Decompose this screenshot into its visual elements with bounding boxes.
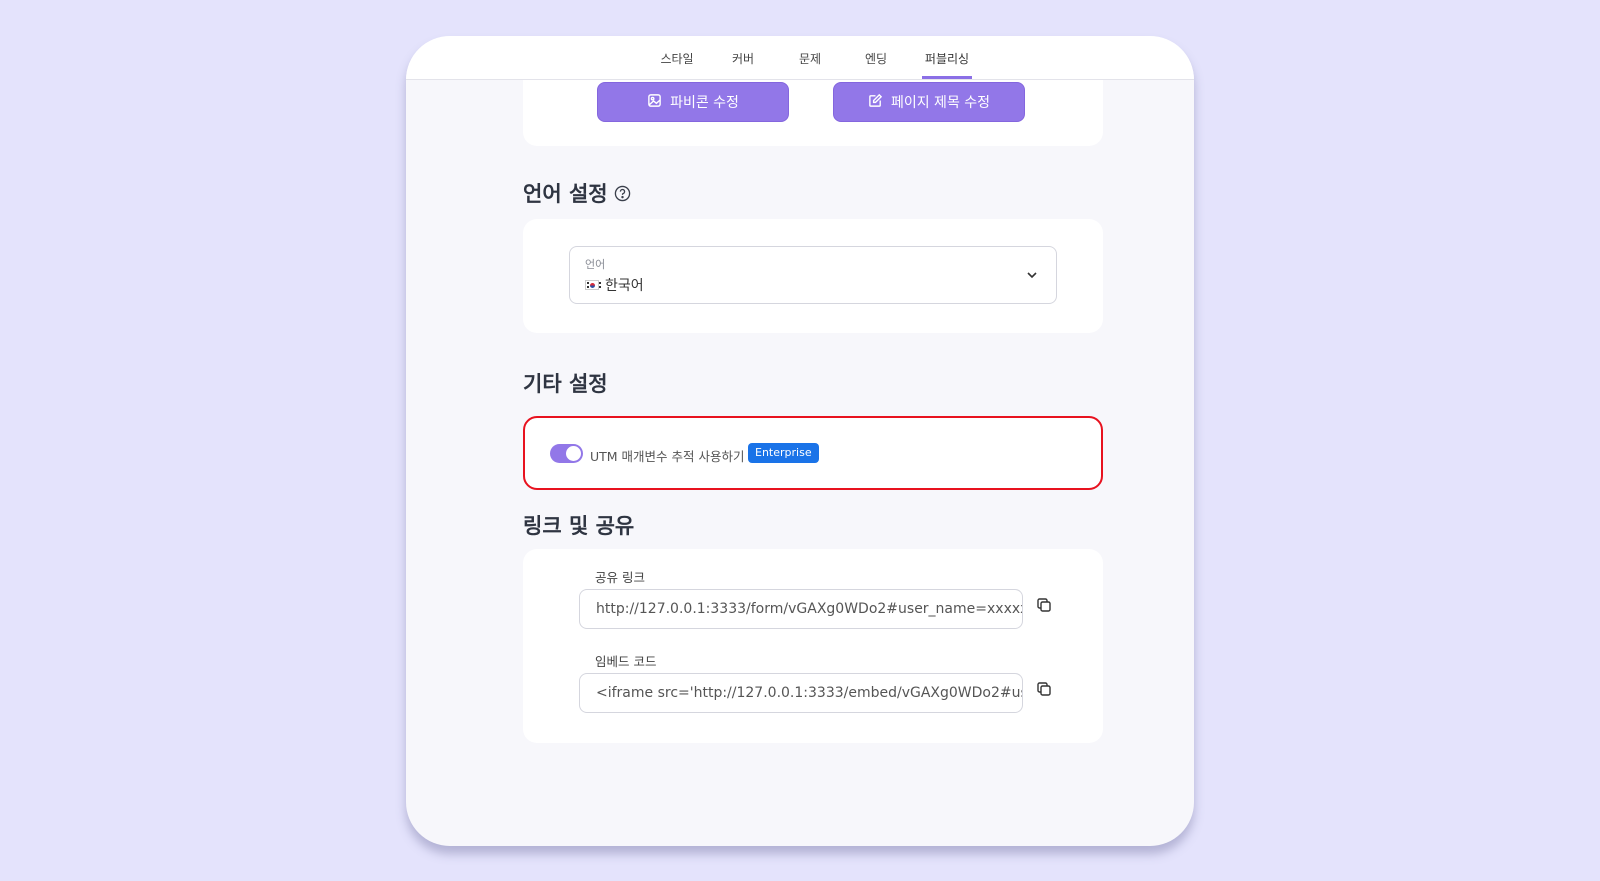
app-window: 스타일 커버 문제 엔딩 퍼블리싱 파비콘 수정 페이지 제목 수정 언어 설정… bbox=[406, 36, 1194, 846]
share-card: 공유 링크 http://127.0.0.1:3333/form/vGAXg0W… bbox=[523, 549, 1103, 743]
enterprise-badge: Enterprise bbox=[748, 443, 819, 463]
share-link-field[interactable]: http://127.0.0.1:3333/form/vGAXg0WDo2#us… bbox=[579, 589, 1023, 629]
image-icon bbox=[647, 93, 662, 112]
copy-embed-code-icon[interactable] bbox=[1035, 680, 1053, 698]
language-select-value: 한국어 bbox=[605, 278, 644, 294]
chevron-down-icon bbox=[1027, 272, 1037, 279]
language-section-title: 언어 설정 bbox=[523, 178, 631, 208]
language-select-value-wrap: 한국어 bbox=[585, 275, 644, 295]
top-nav: 스타일 커버 문제 엔딩 퍼블리싱 bbox=[406, 36, 1194, 80]
edit-favicon-label: 파비콘 수정 bbox=[670, 95, 739, 111]
language-section-label: 언어 설정 bbox=[523, 182, 608, 206]
embed-code-label: 임베드 코드 bbox=[595, 654, 657, 669]
embed-code-field[interactable]: <iframe src='http://127.0.0.1:3333/embed… bbox=[579, 673, 1023, 713]
korea-flag-icon bbox=[585, 280, 601, 290]
active-tab-indicator bbox=[922, 76, 972, 79]
tab-ending[interactable]: 엔딩 bbox=[865, 50, 887, 67]
other-section-title: 기타 설정 bbox=[523, 368, 608, 398]
utm-toggle-label: UTM 매개변수 추적 사용하기 bbox=[590, 449, 745, 464]
share-section-label: 링크 및 공유 bbox=[523, 514, 635, 538]
other-section-label: 기타 설정 bbox=[523, 372, 608, 396]
tab-style[interactable]: 스타일 bbox=[660, 50, 693, 67]
tab-publishing[interactable]: 퍼블리싱 bbox=[925, 50, 969, 67]
toggle-knob bbox=[566, 446, 581, 461]
edit-icon bbox=[868, 93, 883, 112]
utm-card: UTM 매개변수 추적 사용하기 Enterprise bbox=[523, 416, 1103, 490]
tab-questions[interactable]: 문제 bbox=[799, 50, 821, 67]
utm-toggle[interactable] bbox=[550, 444, 583, 463]
tab-cover[interactable]: 커버 bbox=[732, 50, 754, 67]
edit-page-title-label: 페이지 제목 수정 bbox=[890, 95, 991, 111]
share-section-title: 링크 및 공유 bbox=[523, 510, 634, 540]
help-icon[interactable] bbox=[614, 185, 631, 202]
edit-page-title-button[interactable]: 페이지 제목 수정 bbox=[833, 82, 1025, 122]
copy-share-link-icon[interactable] bbox=[1035, 596, 1053, 614]
edit-favicon-button[interactable]: 파비콘 수정 bbox=[597, 82, 789, 122]
share-link-label: 공유 링크 bbox=[595, 570, 645, 585]
language-select[interactable]: 언어 한국어 bbox=[569, 246, 1057, 304]
language-select-label: 언어 bbox=[585, 258, 606, 271]
language-card: 언어 한국어 bbox=[523, 219, 1103, 333]
